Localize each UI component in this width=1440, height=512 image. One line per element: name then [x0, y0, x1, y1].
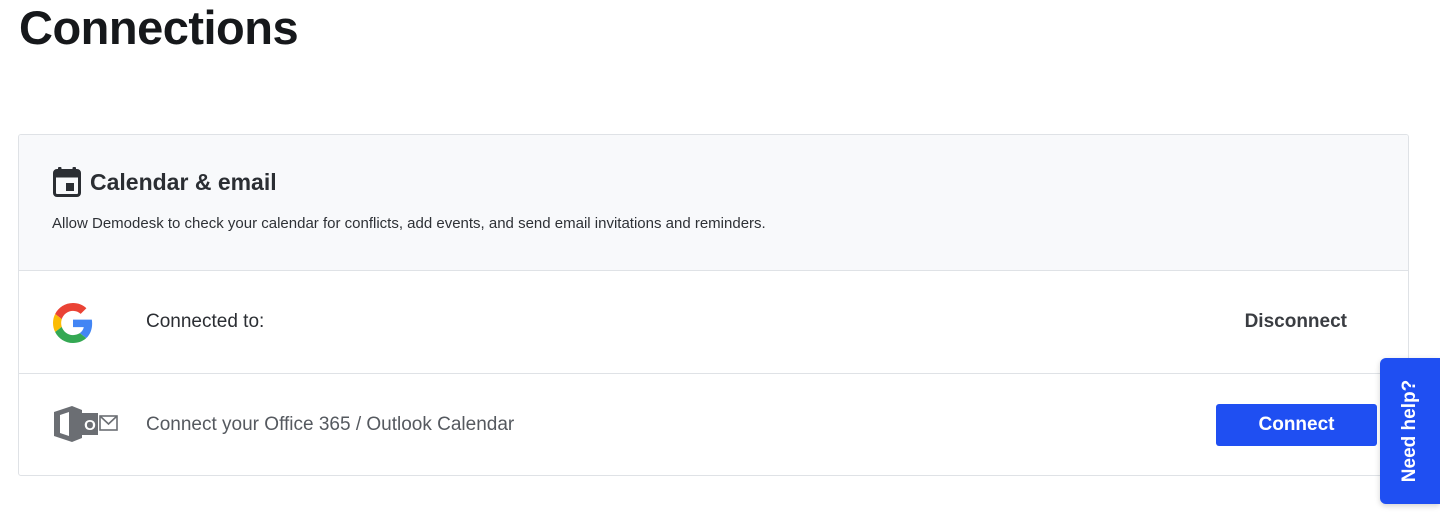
- page-title: Connections: [19, 1, 299, 54]
- connections-page: Connections Calendar & email Allow Demod…: [0, 0, 1440, 512]
- connect-button[interactable]: Connect: [1216, 404, 1377, 446]
- office-connect-label: Connect your Office 365 / Outlook Calend…: [146, 414, 515, 435]
- calendar-email-header: Calendar & email Allow Demodesk to check…: [19, 135, 1408, 271]
- google-calendar-row: Connected to: Disconnect: [19, 271, 1408, 374]
- need-help-button[interactable]: Need help?: [1380, 358, 1440, 504]
- calendar-icon: [53, 167, 81, 197]
- office-365-icon: O: [52, 404, 120, 444]
- office-calendar-row: O Connect your Office 365 / Outlook Cale…: [19, 374, 1408, 475]
- svg-text:O: O: [84, 417, 96, 434]
- disconnect-button[interactable]: Disconnect: [1245, 311, 1347, 333]
- section-title: Calendar & email: [90, 168, 277, 195]
- google-icon: [53, 303, 93, 343]
- calendar-email-card: Calendar & email Allow Demodesk to check…: [18, 134, 1409, 476]
- need-help-label: Need help?: [1399, 379, 1420, 483]
- google-connected-label: Connected to:: [146, 311, 265, 332]
- section-title-row: Calendar & email: [53, 167, 277, 197]
- section-description: Allow Demodesk to check your calendar fo…: [52, 215, 766, 232]
